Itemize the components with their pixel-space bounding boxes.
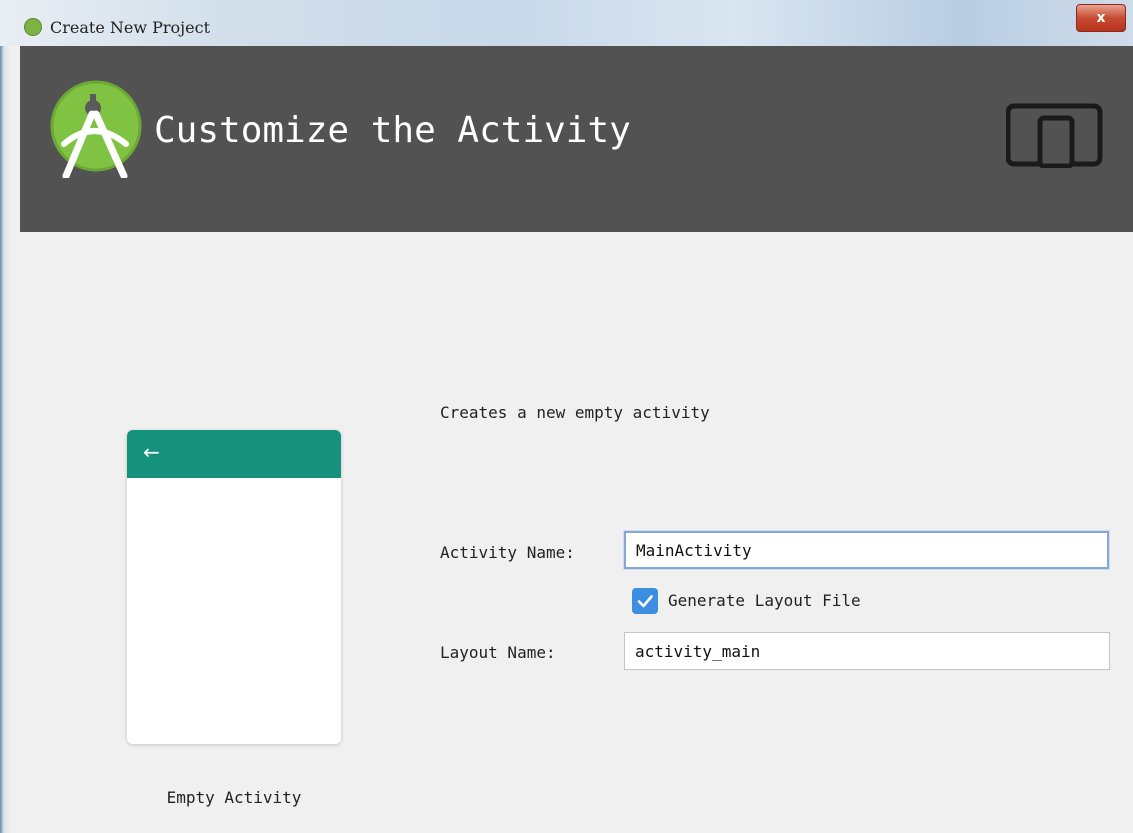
phone-tablet-icon [1006,103,1103,168]
generate-layout-label[interactable]: Generate Layout File [668,591,861,610]
back-arrow-icon: ← [143,440,160,464]
create-project-window: Create New Project x Customize the Activ… [0,0,1133,833]
android-studio-logo-icon [50,80,142,178]
activity-name-input[interactable] [624,531,1109,569]
window-title: Create New Project [50,18,210,37]
layout-name-input[interactable] [624,632,1110,670]
layout-name-label: Layout Name: [440,643,556,662]
window-left-edge [0,46,20,833]
checkmark-icon [637,595,653,608]
generate-layout-checkbox[interactable] [632,588,658,614]
android-studio-app-icon [24,18,42,36]
title-bar: Create New Project x [0,0,1133,47]
header-band: Customize the Activity [20,46,1133,232]
template-description: Creates a new empty activity [440,403,710,422]
template-label: Empty Activity [166,788,302,807]
activity-name-label: Activity Name: [440,543,575,562]
preview-app-bar: ← [127,430,341,478]
page-title: Customize the Activity [154,110,631,151]
close-button[interactable]: x [1076,4,1126,32]
activity-preview-card[interactable]: ← [127,430,341,744]
